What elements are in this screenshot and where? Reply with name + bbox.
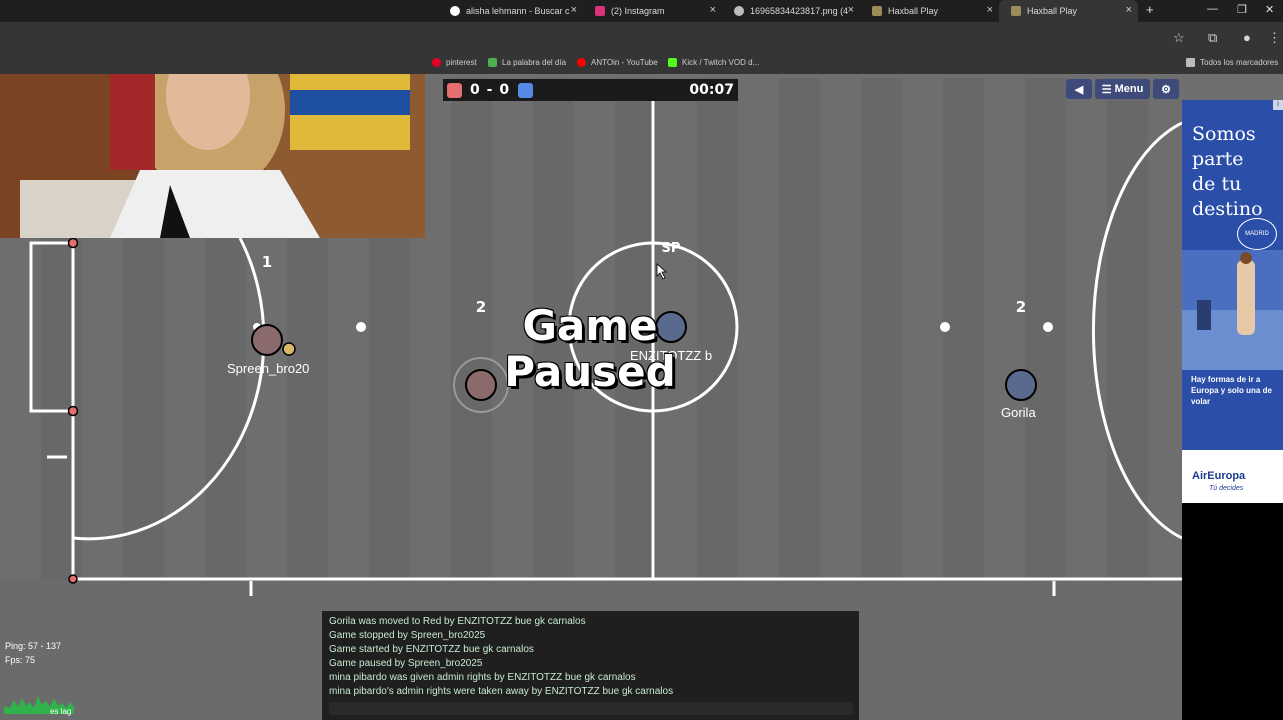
- tab-haxball[interactable]: Haxball Play ×: [860, 0, 999, 22]
- close-icon[interactable]: ×: [987, 4, 993, 16]
- score-blue: 0: [499, 82, 511, 98]
- bookmark-label: pinterest: [446, 58, 477, 67]
- sound-button[interactable]: ◀: [1066, 79, 1092, 99]
- bookmark-label: Kick / Twitch VOD d...: [682, 58, 760, 67]
- close-icon[interactable]: ×: [710, 4, 716, 16]
- tab-label: Haxball Play: [1027, 6, 1078, 16]
- paused-line-1: Game: [522, 301, 658, 350]
- menu-button[interactable]: ☰ Menu: [1095, 79, 1150, 99]
- score-red: 0: [470, 82, 481, 98]
- screen: 1 2 SP 2 Spreen_bro20 ENZITOTZZ b Gorila…: [0, 0, 1283, 720]
- ad-brand: AirEuropa: [1192, 470, 1246, 482]
- chat-message: Gorila was moved to Red by ENZITOTZZ bue…: [329, 616, 586, 627]
- profile-icon[interactable]: ●: [1243, 30, 1251, 45]
- tab-instagram[interactable]: (2) Instagram ×: [583, 0, 722, 22]
- chat-message: mina pibardo's admin rights were taken a…: [329, 686, 674, 697]
- ad-title-line: Somos: [1192, 123, 1256, 145]
- ad-banner: Somos parte de tu destino MADRID Hay for…: [1182, 100, 1283, 503]
- folder-icon: [1186, 58, 1195, 67]
- ad-title: Somos parte de tu destino: [1192, 122, 1263, 222]
- close-icon[interactable]: ×: [848, 4, 854, 16]
- tab-image[interactable]: 16965834423817.png (4 ×: [722, 0, 860, 22]
- tab-label: 16965834423817.png (4: [750, 6, 849, 16]
- haxball-icon: [872, 6, 882, 16]
- ad-body: Hay formas de ir a Europa y solo una de …: [1191, 375, 1272, 406]
- hamburger-icon: ☰: [1101, 83, 1112, 96]
- bookmark-kick[interactable]: Kick / Twitch VOD d...: [668, 58, 759, 67]
- chat-message: mina pibardo was given admin rights by E…: [329, 672, 636, 683]
- paused-line-2: Paused: [504, 347, 676, 396]
- chat-box: Gorila was moved to Red by ENZITOTZZ bue…: [322, 611, 859, 720]
- ad-brand-box: AirEuropa Tú decides: [1182, 450, 1283, 503]
- ad-badge: MADRID: [1237, 218, 1277, 250]
- pinterest-icon: [432, 58, 441, 67]
- tab-label: (2) Instagram: [611, 6, 665, 16]
- bookmark-label: ANTOin - YouTube: [591, 58, 658, 67]
- advertisement[interactable]: Somos parte de tu destino MADRID Hay for…: [1182, 100, 1283, 720]
- settings-button[interactable]: ⚙: [1153, 79, 1179, 99]
- gear-icon: ⚙: [1161, 83, 1171, 96]
- chat-message: Game paused by Spreen_bro2025: [329, 658, 483, 669]
- menu-label: Menu: [1114, 83, 1144, 95]
- tab-haxball-active[interactable]: Haxball Play ×: [999, 0, 1138, 22]
- ad-title-line: parte: [1192, 148, 1244, 170]
- browser-toolbar: ☆ ⧉ ● ⋮: [0, 22, 1283, 54]
- score-separator: -: [486, 82, 494, 98]
- window-close-icon[interactable]: ✕: [1265, 3, 1274, 16]
- ad-title-line: de tu: [1192, 173, 1242, 195]
- player-number: 2: [1015, 298, 1027, 316]
- fps-readout: Fps: 75: [5, 655, 36, 665]
- all-bookmarks[interactable]: Todos los marcadores: [1186, 58, 1278, 67]
- chat-input[interactable]: [329, 702, 853, 715]
- new-tab-button[interactable]: +: [1146, 2, 1154, 17]
- palabra-icon: [488, 58, 497, 67]
- close-icon[interactable]: ×: [571, 4, 577, 16]
- close-icon[interactable]: ×: [1126, 4, 1132, 16]
- bookmark-youtube[interactable]: ANTOin - YouTube: [577, 58, 658, 67]
- lag-label: es lag: [50, 707, 72, 716]
- haxball-icon: [1011, 6, 1021, 16]
- game-controls: ◀ ☰ Menu ⚙: [1066, 79, 1180, 101]
- red-team-icon: [447, 82, 462, 98]
- bookmark-pinterest[interactable]: pinterest: [432, 58, 477, 67]
- chat-message: Game started by ENZITOTZZ bue gk carnalo…: [329, 644, 534, 655]
- tab-strip: alisha lehmann - Buscar c × (2) Instagra…: [0, 0, 1283, 22]
- instagram-icon: [595, 6, 605, 16]
- player-number: 1: [261, 253, 273, 271]
- youtube-icon: [577, 58, 586, 67]
- player-name: Gorila: [1001, 405, 1036, 420]
- kick-icon: [668, 58, 677, 67]
- bookmarks-bar: pinterest La palabra del día ANTOin - Yo…: [0, 54, 1283, 74]
- bookmark-palabra[interactable]: La palabra del día: [488, 58, 566, 67]
- game-timer: 00:07: [689, 82, 734, 98]
- tab-google[interactable]: alisha lehmann - Buscar c ×: [438, 0, 583, 22]
- game-paused-overlay: Game Paused: [470, 303, 710, 395]
- ad-image: [1182, 250, 1283, 370]
- restore-icon[interactable]: ❐: [1237, 3, 1247, 16]
- tab-label: alisha lehmann - Buscar c: [466, 6, 570, 16]
- bookmark-label: La palabra del día: [502, 58, 567, 67]
- ad-info-icon[interactable]: i: [1273, 100, 1283, 110]
- chat-message: Game stopped by Spreen_bro2025: [329, 630, 486, 641]
- blue-team-icon: [518, 82, 534, 98]
- globe-icon: [734, 6, 744, 16]
- speaker-icon: ◀: [1074, 83, 1084, 96]
- bookmark-label: Todos los marcadores: [1200, 58, 1279, 67]
- player-number: SP: [661, 241, 681, 256]
- player-name: Spreen_bro20: [227, 361, 310, 376]
- score: 0 - 0: [470, 82, 510, 98]
- tab-label: Haxball Play: [888, 6, 939, 16]
- ping-readout: Ping: 57 - 137: [5, 641, 62, 651]
- minimize-icon[interactable]: —: [1207, 3, 1218, 15]
- scoreboard: 0 - 0 00:07: [443, 79, 738, 101]
- more-icon[interactable]: ⋮: [1268, 30, 1281, 46]
- ad-tagline: Tú decides: [1209, 485, 1244, 492]
- extensions-icon[interactable]: ⧉: [1208, 30, 1217, 46]
- google-icon: [450, 6, 460, 16]
- star-icon[interactable]: ☆: [1173, 30, 1185, 46]
